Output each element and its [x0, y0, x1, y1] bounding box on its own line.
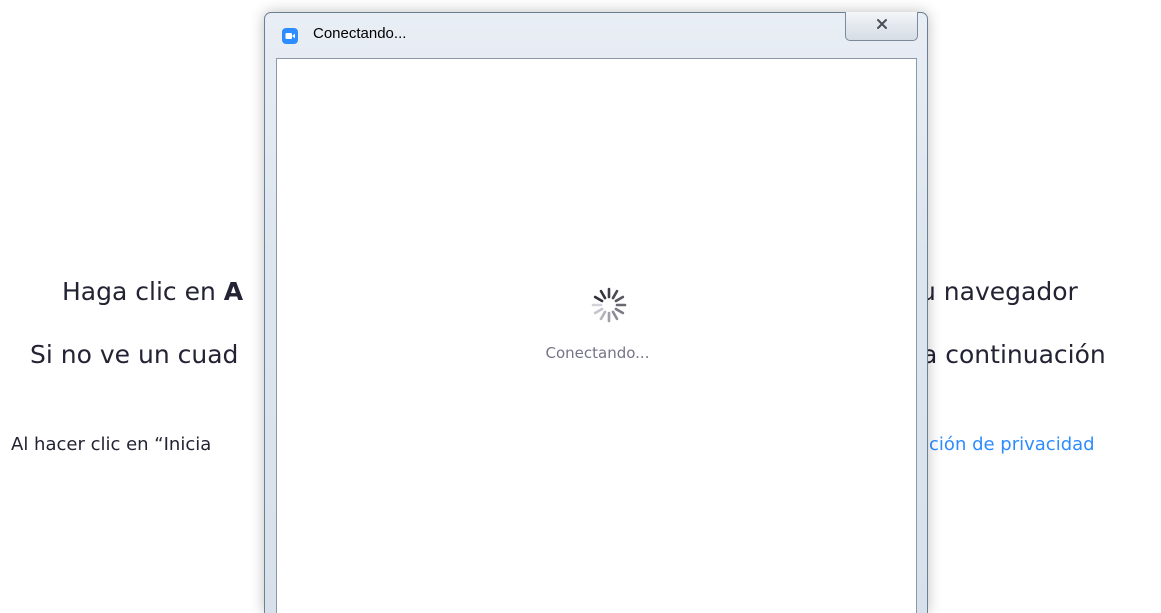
terms-notice: Al hacer clic en “Inicia [11, 434, 212, 455]
dialog-content: Conectando... [276, 58, 917, 613]
launch-instruction-bold: A [223, 277, 244, 306]
browser-page: Haga clic en A u navegador Si no ve un c… [0, 0, 1161, 613]
close-button[interactable] [845, 12, 918, 41]
connecting-dialog: Conectando... Conectando... [264, 12, 928, 613]
dialog-titlebar[interactable]: Conectando... [265, 12, 927, 58]
launch-instruction-line: Haga clic en A [62, 277, 244, 306]
loading-spinner-icon [591, 287, 627, 323]
zoom-camera-icon [282, 28, 298, 44]
connecting-status: Conectando... [545, 344, 650, 362]
no-dialog-line: Si no ve un cuad [30, 340, 239, 369]
privacy-link[interactable]: ación de privacidad [918, 434, 1095, 455]
launch-instruction-line-end: u navegador [920, 277, 1078, 306]
close-icon[interactable] [846, 18, 917, 33]
dialog-title: Conectando... [313, 25, 407, 42]
no-dialog-line-end: a continuación [922, 340, 1106, 369]
